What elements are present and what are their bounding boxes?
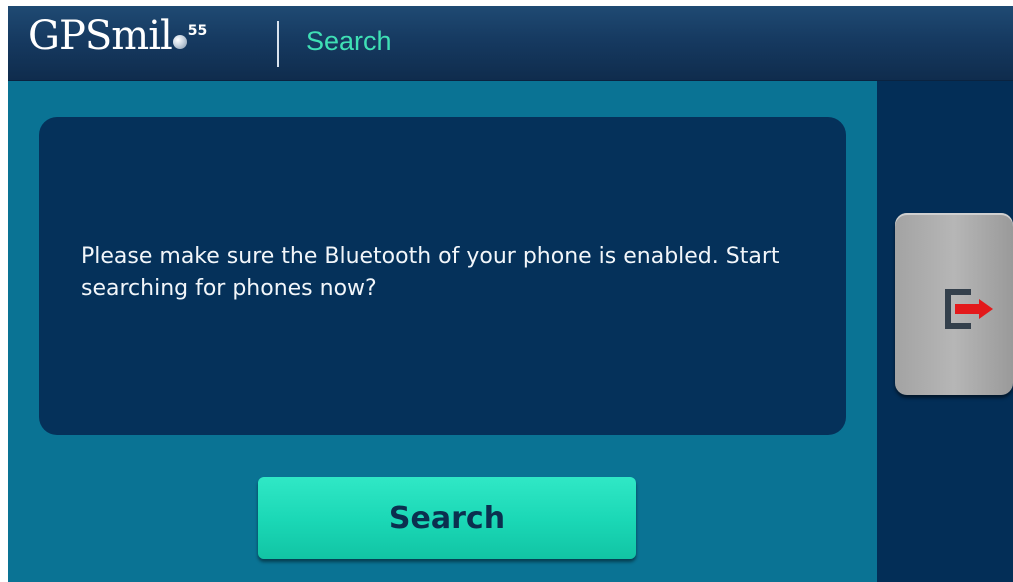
- header-bar: GPSmil 55 Search: [8, 6, 1013, 81]
- logo-text: GPSmil: [28, 13, 173, 59]
- exit-button[interactable]: [895, 213, 1013, 395]
- app-logo: GPSmil 55: [28, 16, 207, 56]
- message-panel: Please make sure the Bluetooth of your p…: [39, 117, 846, 435]
- dialog-message: Please make sure the Bluetooth of your p…: [81, 244, 780, 301]
- app-screen: GPSmil 55 Search Please make sure the Blu…: [8, 6, 1013, 582]
- search-button-label: Search: [388, 500, 506, 536]
- exit-arrow-icon: [945, 289, 993, 329]
- header-divider: [277, 21, 279, 67]
- logo-dot-icon: [172, 35, 187, 49]
- page-title: Search: [306, 26, 392, 56]
- search-button[interactable]: Search: [258, 477, 636, 559]
- logo-suffix: 55: [187, 22, 208, 39]
